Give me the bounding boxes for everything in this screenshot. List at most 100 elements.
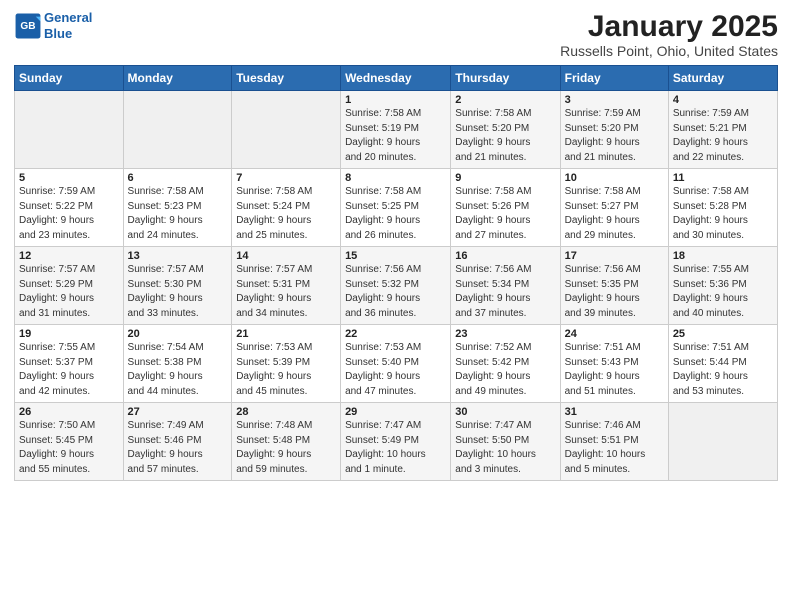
- day-detail: Sunrise: 7:56 AM Sunset: 5:35 PM Dayligh…: [565, 263, 664, 321]
- logo-line2: Blue: [44, 26, 72, 41]
- day-number: 10: [565, 172, 664, 184]
- calendar-cell: 17Sunrise: 7:56 AM Sunset: 5:35 PM Dayli…: [560, 247, 668, 325]
- day-number: 18: [673, 250, 773, 262]
- day-number: 17: [565, 250, 664, 262]
- day-detail: Sunrise: 7:56 AM Sunset: 5:32 PM Dayligh…: [345, 263, 446, 321]
- calendar-week-2: 5Sunrise: 7:59 AM Sunset: 5:22 PM Daylig…: [15, 169, 778, 247]
- calendar-cell: 15Sunrise: 7:56 AM Sunset: 5:32 PM Dayli…: [341, 247, 451, 325]
- day-number: 20: [128, 328, 228, 340]
- day-number: 27: [128, 406, 228, 418]
- weekday-header-wednesday: Wednesday: [341, 66, 451, 91]
- calendar-cell: 26Sunrise: 7:50 AM Sunset: 5:45 PM Dayli…: [15, 403, 124, 481]
- day-detail: Sunrise: 7:57 AM Sunset: 5:31 PM Dayligh…: [236, 263, 336, 321]
- calendar-cell: 28Sunrise: 7:48 AM Sunset: 5:48 PM Dayli…: [232, 403, 341, 481]
- day-number: 5: [19, 172, 119, 184]
- day-number: 19: [19, 328, 119, 340]
- day-number: 26: [19, 406, 119, 418]
- day-detail: Sunrise: 7:59 AM Sunset: 5:20 PM Dayligh…: [565, 107, 664, 165]
- calendar-cell: 21Sunrise: 7:53 AM Sunset: 5:39 PM Dayli…: [232, 325, 341, 403]
- logo-text: General Blue: [44, 10, 92, 41]
- day-detail: Sunrise: 7:55 AM Sunset: 5:36 PM Dayligh…: [673, 263, 773, 321]
- weekday-header-sunday: Sunday: [15, 66, 124, 91]
- day-detail: Sunrise: 7:51 AM Sunset: 5:44 PM Dayligh…: [673, 341, 773, 399]
- day-detail: Sunrise: 7:58 AM Sunset: 5:20 PM Dayligh…: [455, 107, 555, 165]
- logo-line1: General: [44, 10, 92, 25]
- day-number: 15: [345, 250, 446, 262]
- calendar-cell: 9Sunrise: 7:58 AM Sunset: 5:26 PM Daylig…: [451, 169, 560, 247]
- calendar-cell: 18Sunrise: 7:55 AM Sunset: 5:36 PM Dayli…: [668, 247, 777, 325]
- calendar-cell: [123, 91, 232, 169]
- day-detail: Sunrise: 7:52 AM Sunset: 5:42 PM Dayligh…: [455, 341, 555, 399]
- calendar-week-1: 1Sunrise: 7:58 AM Sunset: 5:19 PM Daylig…: [15, 91, 778, 169]
- day-number: 23: [455, 328, 555, 340]
- day-number: 29: [345, 406, 446, 418]
- weekday-header-tuesday: Tuesday: [232, 66, 341, 91]
- title-block: January 2025 Russells Point, Ohio, Unite…: [560, 10, 778, 59]
- weekday-header-thursday: Thursday: [451, 66, 560, 91]
- day-number: 14: [236, 250, 336, 262]
- calendar-subtitle: Russells Point, Ohio, United States: [560, 43, 778, 59]
- day-detail: Sunrise: 7:59 AM Sunset: 5:22 PM Dayligh…: [19, 185, 119, 243]
- logo-icon: GB: [14, 12, 42, 40]
- day-number: 21: [236, 328, 336, 340]
- day-number: 31: [565, 406, 664, 418]
- day-detail: Sunrise: 7:56 AM Sunset: 5:34 PM Dayligh…: [455, 263, 555, 321]
- day-number: 11: [673, 172, 773, 184]
- calendar-cell: [668, 403, 777, 481]
- day-detail: Sunrise: 7:58 AM Sunset: 5:28 PM Dayligh…: [673, 185, 773, 243]
- calendar-week-4: 19Sunrise: 7:55 AM Sunset: 5:37 PM Dayli…: [15, 325, 778, 403]
- weekday-header-row: SundayMondayTuesdayWednesdayThursdayFrid…: [15, 66, 778, 91]
- day-detail: Sunrise: 7:55 AM Sunset: 5:37 PM Dayligh…: [19, 341, 119, 399]
- calendar-cell: 30Sunrise: 7:47 AM Sunset: 5:50 PM Dayli…: [451, 403, 560, 481]
- day-number: 30: [455, 406, 555, 418]
- calendar-cell: 14Sunrise: 7:57 AM Sunset: 5:31 PM Dayli…: [232, 247, 341, 325]
- day-detail: Sunrise: 7:58 AM Sunset: 5:25 PM Dayligh…: [345, 185, 446, 243]
- day-number: 4: [673, 94, 773, 106]
- calendar-cell: 4Sunrise: 7:59 AM Sunset: 5:21 PM Daylig…: [668, 91, 777, 169]
- day-detail: Sunrise: 7:48 AM Sunset: 5:48 PM Dayligh…: [236, 419, 336, 477]
- calendar-cell: 23Sunrise: 7:52 AM Sunset: 5:42 PM Dayli…: [451, 325, 560, 403]
- day-number: 16: [455, 250, 555, 262]
- calendar-cell: 22Sunrise: 7:53 AM Sunset: 5:40 PM Dayli…: [341, 325, 451, 403]
- calendar-cell: 1Sunrise: 7:58 AM Sunset: 5:19 PM Daylig…: [341, 91, 451, 169]
- day-number: 25: [673, 328, 773, 340]
- day-detail: Sunrise: 7:58 AM Sunset: 5:27 PM Dayligh…: [565, 185, 664, 243]
- day-detail: Sunrise: 7:59 AM Sunset: 5:21 PM Dayligh…: [673, 107, 773, 165]
- calendar-cell: 25Sunrise: 7:51 AM Sunset: 5:44 PM Dayli…: [668, 325, 777, 403]
- day-number: 3: [565, 94, 664, 106]
- calendar-cell: 2Sunrise: 7:58 AM Sunset: 5:20 PM Daylig…: [451, 91, 560, 169]
- day-detail: Sunrise: 7:47 AM Sunset: 5:50 PM Dayligh…: [455, 419, 555, 477]
- day-detail: Sunrise: 7:58 AM Sunset: 5:24 PM Dayligh…: [236, 185, 336, 243]
- day-detail: Sunrise: 7:54 AM Sunset: 5:38 PM Dayligh…: [128, 341, 228, 399]
- calendar-cell: 6Sunrise: 7:58 AM Sunset: 5:23 PM Daylig…: [123, 169, 232, 247]
- logo: GB General Blue: [14, 10, 92, 41]
- day-detail: Sunrise: 7:49 AM Sunset: 5:46 PM Dayligh…: [128, 419, 228, 477]
- day-number: 28: [236, 406, 336, 418]
- calendar-title: January 2025: [560, 10, 778, 43]
- header: GB General Blue January 2025 Russells Po…: [14, 10, 778, 59]
- calendar-cell: 27Sunrise: 7:49 AM Sunset: 5:46 PM Dayli…: [123, 403, 232, 481]
- calendar-cell: 5Sunrise: 7:59 AM Sunset: 5:22 PM Daylig…: [15, 169, 124, 247]
- calendar-cell: 10Sunrise: 7:58 AM Sunset: 5:27 PM Dayli…: [560, 169, 668, 247]
- calendar-cell: 24Sunrise: 7:51 AM Sunset: 5:43 PM Dayli…: [560, 325, 668, 403]
- day-detail: Sunrise: 7:57 AM Sunset: 5:30 PM Dayligh…: [128, 263, 228, 321]
- day-number: 8: [345, 172, 446, 184]
- day-detail: Sunrise: 7:53 AM Sunset: 5:39 PM Dayligh…: [236, 341, 336, 399]
- day-detail: Sunrise: 7:53 AM Sunset: 5:40 PM Dayligh…: [345, 341, 446, 399]
- calendar-table: SundayMondayTuesdayWednesdayThursdayFrid…: [14, 65, 778, 481]
- day-number: 7: [236, 172, 336, 184]
- day-number: 13: [128, 250, 228, 262]
- day-number: 12: [19, 250, 119, 262]
- calendar-body: 1Sunrise: 7:58 AM Sunset: 5:19 PM Daylig…: [15, 91, 778, 481]
- day-number: 2: [455, 94, 555, 106]
- weekday-header-friday: Friday: [560, 66, 668, 91]
- day-detail: Sunrise: 7:58 AM Sunset: 5:23 PM Dayligh…: [128, 185, 228, 243]
- weekday-header-saturday: Saturday: [668, 66, 777, 91]
- calendar-week-5: 26Sunrise: 7:50 AM Sunset: 5:45 PM Dayli…: [15, 403, 778, 481]
- calendar-header: SundayMondayTuesdayWednesdayThursdayFrid…: [15, 66, 778, 91]
- calendar-cell: [232, 91, 341, 169]
- day-detail: Sunrise: 7:51 AM Sunset: 5:43 PM Dayligh…: [565, 341, 664, 399]
- calendar-cell: 3Sunrise: 7:59 AM Sunset: 5:20 PM Daylig…: [560, 91, 668, 169]
- calendar-cell: [15, 91, 124, 169]
- day-detail: Sunrise: 7:57 AM Sunset: 5:29 PM Dayligh…: [19, 263, 119, 321]
